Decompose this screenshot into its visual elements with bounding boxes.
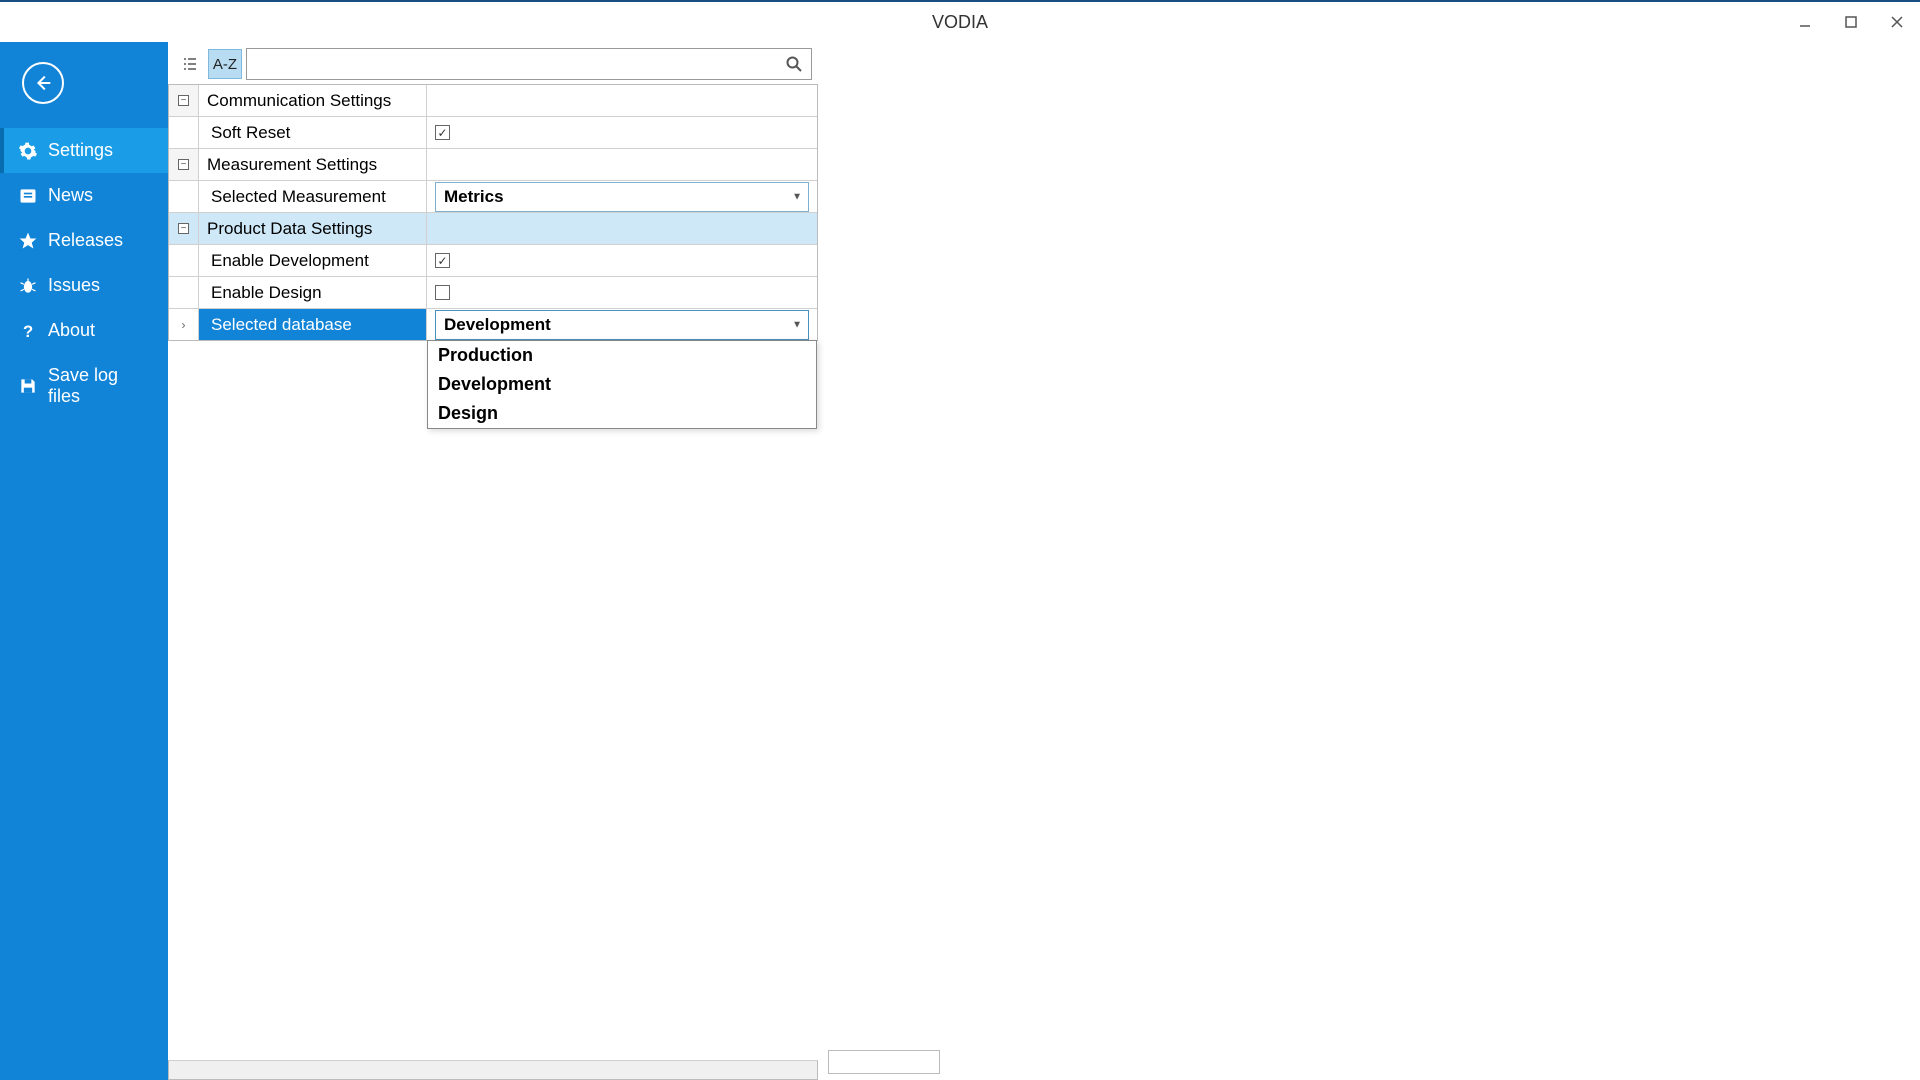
- property-label: Soft Reset: [199, 117, 427, 148]
- category-product-data[interactable]: − Product Data Settings: [169, 212, 817, 244]
- title-bar: VODIA: [0, 2, 1920, 42]
- news-icon: [18, 186, 38, 206]
- settings-panel: A-Z − Communication Settings: [168, 42, 818, 1080]
- save-icon: [18, 376, 38, 396]
- row-enable-design[interactable]: Enable Design: [169, 276, 817, 308]
- sidebar-item-settings[interactable]: Settings: [0, 128, 168, 173]
- grid-toolbar: A-Z: [168, 42, 818, 84]
- gutter: [169, 277, 199, 308]
- maximize-button[interactable]: [1828, 2, 1874, 42]
- property-value[interactable]: [427, 245, 817, 276]
- content-area: A-Z − Communication Settings: [168, 42, 1920, 1080]
- search-box[interactable]: [246, 48, 812, 80]
- svg-text:?: ?: [23, 321, 33, 340]
- sidebar-item-save-log[interactable]: Save log files: [0, 353, 168, 419]
- property-label: Selected database: [199, 309, 427, 340]
- minimize-button[interactable]: [1782, 2, 1828, 42]
- footer-box: [828, 1050, 940, 1074]
- category-label: Product Data Settings: [199, 213, 427, 244]
- window-title: VODIA: [932, 12, 988, 33]
- chevron-down-icon: ▼: [792, 191, 802, 202]
- collapse-toggle[interactable]: −: [169, 213, 199, 244]
- app-body: Settings News Releases Issues ? About: [0, 42, 1920, 1080]
- window-controls: [1782, 2, 1920, 42]
- measurement-combo[interactable]: Metrics ▼: [435, 182, 809, 212]
- gutter: [169, 245, 199, 276]
- combo-value: Development: [444, 315, 551, 335]
- property-grid: − Communication Settings Soft Reset − Me…: [168, 84, 818, 341]
- gutter: [169, 117, 199, 148]
- combo-value: Metrics: [444, 187, 504, 207]
- property-value[interactable]: [427, 277, 817, 308]
- checkbox[interactable]: [435, 285, 450, 300]
- category-measurement[interactable]: − Measurement Settings: [169, 148, 817, 180]
- category-communication[interactable]: − Communication Settings: [169, 84, 817, 116]
- chevron-down-icon: ▼: [792, 319, 802, 330]
- collapse-toggle[interactable]: −: [169, 149, 199, 180]
- sidebar: Settings News Releases Issues ? About: [0, 42, 168, 1080]
- close-button[interactable]: [1874, 2, 1920, 42]
- sidebar-item-label: Releases: [48, 230, 123, 251]
- row-enable-development[interactable]: Enable Development: [169, 244, 817, 276]
- category-label: Communication Settings: [199, 85, 427, 116]
- sidebar-item-label: News: [48, 185, 93, 206]
- sidebar-item-label: About: [48, 320, 95, 341]
- sidebar-item-news[interactable]: News: [0, 173, 168, 218]
- row-selected-database[interactable]: › Selected database Development ▼: [169, 308, 817, 340]
- empty-cell: [427, 213, 817, 244]
- database-dropdown[interactable]: Production Development Design: [427, 340, 817, 429]
- property-value[interactable]: Development ▼: [427, 309, 817, 340]
- search-input[interactable]: [255, 56, 785, 73]
- row-caret[interactable]: ›: [169, 309, 199, 340]
- property-value[interactable]: Metrics ▼: [427, 181, 817, 212]
- bug-icon: [18, 276, 38, 296]
- dropdown-option[interactable]: Development: [428, 370, 816, 399]
- sidebar-item-issues[interactable]: Issues: [0, 263, 168, 308]
- property-label: Enable Development: [199, 245, 427, 276]
- sort-toggle: A-Z: [178, 49, 242, 79]
- checkbox[interactable]: [435, 253, 450, 268]
- property-value[interactable]: [427, 117, 817, 148]
- search-icon: [785, 55, 803, 73]
- sidebar-item-label: Settings: [48, 140, 113, 161]
- checkbox[interactable]: [435, 125, 450, 140]
- dropdown-option[interactable]: Design: [428, 399, 816, 428]
- empty-cell: [427, 149, 817, 180]
- sidebar-item-releases[interactable]: Releases: [0, 218, 168, 263]
- star-icon: [18, 231, 38, 251]
- back-button[interactable]: [22, 62, 64, 104]
- dropdown-option[interactable]: Production: [428, 341, 816, 370]
- property-label: Selected Measurement: [199, 181, 427, 212]
- sort-categorized-button[interactable]: [178, 50, 202, 78]
- category-label: Measurement Settings: [199, 149, 427, 180]
- row-soft-reset[interactable]: Soft Reset: [169, 116, 817, 148]
- sidebar-item-about[interactable]: ? About: [0, 308, 168, 353]
- gutter: [169, 181, 199, 212]
- row-selected-measurement[interactable]: Selected Measurement Metrics ▼: [169, 180, 817, 212]
- empty-cell: [427, 85, 817, 116]
- arrow-left-icon: [32, 72, 54, 94]
- property-label: Enable Design: [199, 277, 427, 308]
- collapse-toggle[interactable]: −: [169, 85, 199, 116]
- database-combo[interactable]: Development ▼: [435, 310, 809, 340]
- question-icon: ?: [18, 321, 38, 341]
- gear-icon: [18, 141, 38, 161]
- sort-alphabetical-button[interactable]: A-Z: [208, 49, 242, 79]
- sidebar-item-label: Issues: [48, 275, 100, 296]
- grid-description-pane: [168, 1060, 818, 1080]
- sidebar-item-label: Save log files: [48, 365, 150, 407]
